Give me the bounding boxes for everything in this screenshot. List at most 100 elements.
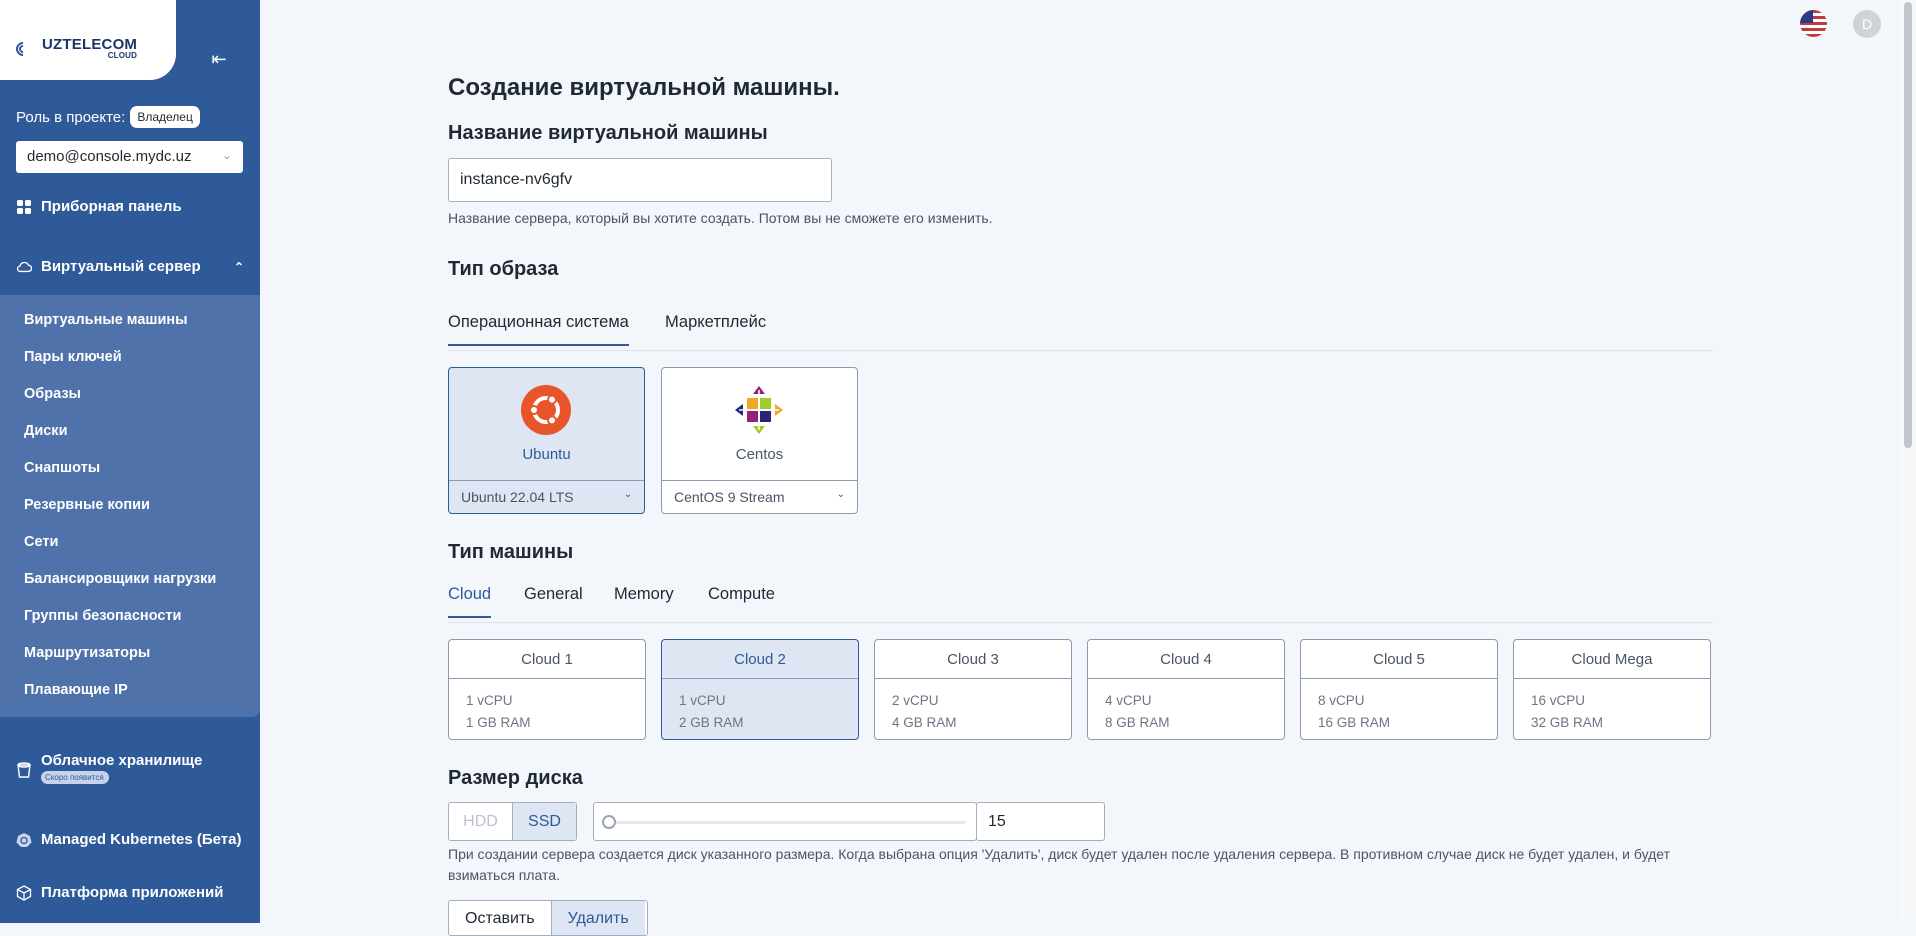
sidebar-item-security-groups[interactable]: Группы безопасности (24, 608, 181, 624)
tab-memory[interactable]: Memory (614, 585, 674, 616)
os-name: Centos (735, 446, 784, 463)
plan-card[interactable]: Cloud 1 1 vCPU 1 GB RAM (448, 639, 646, 740)
plan-ram: 8 GB RAM (1105, 715, 1170, 730)
logo-subtext: CLOUD (107, 51, 138, 60)
os-version-select[interactable]: Ubuntu 22.04 LTS ⌄ (449, 480, 644, 513)
tab-cloud[interactable]: Cloud (448, 585, 492, 618)
plan-cpu: 1 vCPU (679, 693, 726, 708)
virtual-server-submenu: Виртуальные машины Пары ключей Образы Ди… (0, 295, 260, 717)
disk-size-slider[interactable] (593, 802, 977, 841)
nav-cloud-storage-label: Облачное хранилище (41, 752, 203, 769)
os-card-centos[interactable]: Centos CentOS 9 Stream ⌄ (661, 367, 858, 514)
plan-cpu: 16 vCPU (1531, 693, 1586, 708)
bucket-icon (16, 762, 32, 778)
vm-name-hint: Название сервера, который вы хотите созд… (448, 210, 993, 226)
role-label: Роль в проекте: (16, 108, 126, 126)
sidebar-item-backups[interactable]: Резервные копии (24, 497, 150, 513)
tab-compute[interactable]: Compute (708, 585, 775, 616)
sidebar-item-key-pairs[interactable]: Пары ключей (24, 349, 122, 365)
slider-handle[interactable] (602, 815, 616, 829)
page-scrollbar[interactable] (1900, 0, 1916, 923)
language-flag-icon[interactable] (1800, 10, 1827, 37)
keep-disk-option[interactable]: Оставить (449, 901, 551, 935)
os-version-select[interactable]: CentOS 9 Stream ⌄ (662, 480, 857, 513)
avatar[interactable]: D (1853, 10, 1881, 38)
sidebar-item-virtual-machines[interactable]: Виртуальные машины (24, 312, 188, 328)
plan-card[interactable]: Cloud 3 2 vCPU 4 GB RAM (874, 639, 1072, 740)
plan-ram: 16 GB RAM (1318, 715, 1391, 730)
chevron-down-icon: ⌄ (221, 148, 232, 162)
plan-card[interactable]: Cloud Mega 16 vCPU 32 GB RAM (1513, 639, 1711, 740)
chevron-down-icon: ⌄ (623, 489, 632, 500)
centos-logo-icon (735, 386, 783, 434)
vm-name-heading: Название виртуальной машины (448, 122, 768, 144)
os-version-value: CentOS 9 Stream (674, 489, 785, 505)
main-content: Создание виртуальной машины. Название ви… (448, 0, 1713, 936)
vm-name-input[interactable] (448, 158, 832, 202)
plan-cpu: 4 vCPU (1105, 693, 1152, 708)
nav-virtual-server[interactable]: Виртуальный сервер ⌃ (16, 258, 244, 275)
disk-size-input[interactable] (976, 802, 1105, 841)
tab-operating-system[interactable]: Операционная система (448, 313, 629, 346)
account-select[interactable]: demo@console.mydc.uz ⌄ (16, 141, 243, 173)
nav-app-platform[interactable]: Платформа приложений (16, 884, 223, 901)
plan-name: Cloud 1 (449, 640, 645, 679)
image-type-heading: Тип образа (448, 258, 559, 280)
plan-cpu: 1 vCPU (466, 693, 513, 708)
tab-general[interactable]: General (524, 585, 583, 616)
plan-cpu: 2 vCPU (892, 693, 939, 708)
disk-type-hdd[interactable]: HDD (449, 803, 512, 840)
sidebar-item-load-balancers[interactable]: Балансировщики нагрузки (24, 571, 216, 587)
os-name: Ubuntu (522, 446, 571, 463)
disk-delete-toggle: Оставить Удалить (448, 900, 648, 936)
disk-hint: При создании сервера создается диск указ… (448, 846, 1671, 883)
plan-card[interactable]: Cloud 4 4 vCPU 8 GB RAM (1087, 639, 1285, 740)
plan-ram: 4 GB RAM (892, 715, 957, 730)
kubernetes-icon (16, 832, 32, 848)
nav-kubernetes[interactable]: Managed Kubernetes (Бета) (16, 831, 241, 848)
sidebar-item-snapshots[interactable]: Снапшоты (24, 460, 100, 476)
disk-size-heading: Размер диска (448, 767, 583, 789)
sidebar-item-disks[interactable]: Диски (24, 423, 67, 439)
sidebar-item-images[interactable]: Образы (24, 386, 81, 402)
plan-name: Cloud 2 (662, 640, 858, 679)
disk-type-ssd[interactable]: SSD (512, 803, 576, 840)
os-version-value: Ubuntu 22.04 LTS (461, 489, 574, 505)
project-role: Роль в проекте: Владелец (16, 106, 200, 128)
ubuntu-logo-icon (521, 385, 571, 435)
coming-soon-badge: Скоро появится (41, 771, 109, 784)
nav-dashboard[interactable]: Приборная панель (16, 198, 182, 215)
image-tabs: Операционная система Маркетплейс (448, 313, 1713, 351)
nav-cloud-storage[interactable]: Облачное хранилище Скоро появится (16, 752, 202, 784)
plan-card[interactable]: Cloud 2 1 vCPU 2 GB RAM (661, 639, 859, 740)
plan-name: Cloud Mega (1514, 640, 1710, 679)
delete-disk-option[interactable]: Удалить (550, 901, 645, 935)
collapse-sidebar-icon[interactable]: ⇤ (205, 47, 233, 71)
role-badge: Владелец (130, 106, 200, 128)
tab-marketplace[interactable]: Маркетплейс (665, 313, 766, 344)
plan-ram: 32 GB RAM (1531, 715, 1604, 730)
cloud-icon (16, 259, 32, 275)
plan-name: Cloud 3 (875, 640, 1071, 679)
plan-card[interactable]: Cloud 5 8 vCPU 16 GB RAM (1300, 639, 1498, 740)
os-card-ubuntu[interactable]: Ubuntu Ubuntu 22.04 LTS ⌄ (448, 367, 645, 514)
sidebar-item-routers[interactable]: Маршрутизаторы (24, 645, 150, 661)
plan-ram: 2 GB RAM (679, 715, 744, 730)
scrollbar-thumb[interactable] (1904, 2, 1912, 448)
uztelecom-logo[interactable]: UZTELECOM CLOUD (13, 37, 138, 60)
disk-type-toggle: HDD SSD (448, 802, 577, 841)
machine-tabs: Cloud General Memory Compute (448, 585, 1713, 623)
logo-area: UZTELECOM CLOUD (0, 0, 176, 80)
plan-cpu: 8 vCPU (1318, 693, 1365, 708)
plan-name: Cloud 5 (1301, 640, 1497, 679)
machine-type-heading: Тип машины (448, 541, 574, 563)
page-title: Создание виртуальной машины. (448, 74, 840, 101)
sidebar-item-networks[interactable]: Сети (24, 534, 58, 550)
plan-name: Cloud 4 (1088, 640, 1284, 679)
sidebar-item-floating-ip[interactable]: Плавающие IP (24, 682, 128, 698)
logo-icon (13, 38, 38, 60)
slider-track (606, 821, 966, 824)
cube-icon (16, 884, 32, 901)
nav-app-platform-label: Платформа приложений (41, 884, 224, 901)
nav-virtual-server-label: Виртуальный сервер (41, 258, 201, 275)
